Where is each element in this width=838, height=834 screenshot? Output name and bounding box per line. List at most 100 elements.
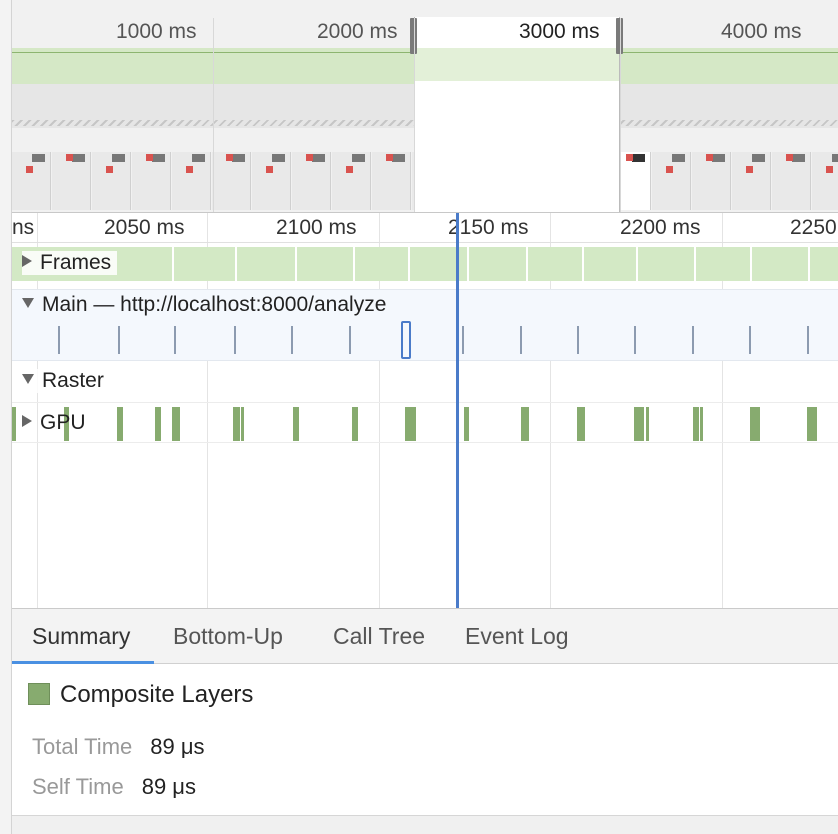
frame-marker bbox=[712, 154, 725, 162]
main-task-tick[interactable] bbox=[692, 326, 694, 354]
frame-marker bbox=[632, 154, 645, 162]
raster-track-label: Raster bbox=[42, 369, 104, 392]
time-cursor[interactable] bbox=[456, 213, 459, 608]
selected-event-outline[interactable] bbox=[401, 321, 411, 359]
frame-marker bbox=[832, 154, 838, 162]
main-task-tick[interactable] bbox=[634, 326, 636, 354]
gpu-event-bar[interactable] bbox=[172, 407, 180, 441]
main-task-tick[interactable] bbox=[291, 326, 293, 354]
total-time-row: Total Time 89 μs bbox=[32, 734, 205, 760]
main-track-toggle[interactable]: Main — http://localhost:8000/analyze bbox=[22, 293, 392, 317]
tab-event-log[interactable]: Event Log bbox=[465, 609, 569, 664]
gpu-event-bar[interactable] bbox=[750, 407, 760, 441]
gpu-event-bar[interactable] bbox=[700, 407, 703, 441]
gpu-track-toggle[interactable]: GPU bbox=[22, 411, 92, 435]
frame-marker bbox=[346, 166, 353, 173]
flame-ruler: ns 2050 ms 2100 ms 2150 ms 2200 ms 2250 bbox=[12, 213, 838, 243]
gpu-event-bar[interactable] bbox=[693, 407, 699, 441]
main-task-tick[interactable] bbox=[577, 326, 579, 354]
flame-chart[interactable]: ns 2050 ms 2100 ms 2150 ms 2200 ms 2250 … bbox=[12, 213, 838, 608]
gpu-event-bar[interactable] bbox=[634, 407, 644, 441]
frame-marker bbox=[306, 154, 313, 161]
frame-marker bbox=[672, 154, 685, 162]
event-name: Composite Layers bbox=[60, 681, 254, 708]
left-gutter bbox=[0, 0, 12, 834]
frame-marker bbox=[312, 154, 325, 162]
tab-call-tree[interactable]: Call Tree bbox=[333, 609, 425, 664]
gpu-event-bar[interactable] bbox=[155, 407, 161, 441]
gpu-event-bar[interactable] bbox=[12, 407, 16, 441]
flame-ruler-label: 2050 ms bbox=[104, 216, 185, 239]
frame-separator bbox=[172, 247, 174, 281]
frame-marker bbox=[186, 166, 193, 173]
main-task-tick[interactable] bbox=[234, 326, 236, 354]
main-task-tick[interactable] bbox=[174, 326, 176, 354]
self-time-label: Self Time bbox=[32, 774, 124, 799]
tab-bottom-up[interactable]: Bottom-Up bbox=[173, 609, 283, 664]
frame-marker bbox=[66, 154, 73, 161]
frame-separator bbox=[408, 247, 410, 281]
gpu-event-bar[interactable] bbox=[646, 407, 649, 441]
active-tab-indicator bbox=[12, 661, 154, 664]
main-task-tick[interactable] bbox=[749, 326, 751, 354]
frame-marker bbox=[266, 166, 273, 173]
timeline-overview[interactable]: 1000 ms 2000 ms 3000 ms 4000 ms bbox=[12, 0, 838, 213]
frame-marker bbox=[786, 154, 793, 161]
gpu-track[interactable] bbox=[12, 403, 838, 443]
total-time-value: 89 μs bbox=[150, 734, 205, 759]
performance-panel: 1000 ms 2000 ms 3000 ms 4000 ms ns 2050 … bbox=[0, 0, 838, 834]
gpu-event-bar[interactable] bbox=[233, 407, 240, 441]
frame-marker bbox=[752, 154, 765, 162]
selection-fps-band bbox=[415, 48, 619, 81]
gpu-event-bar[interactable] bbox=[405, 407, 416, 441]
gpu-event-bar[interactable] bbox=[241, 407, 244, 441]
gpu-track-label: GPU bbox=[40, 411, 86, 434]
flame-ruler-label: ns bbox=[12, 216, 35, 239]
frame-separator bbox=[353, 247, 355, 281]
frame-marker bbox=[386, 154, 393, 161]
frame-marker bbox=[706, 154, 713, 161]
flame-ruler-label: 2150 ms bbox=[448, 216, 529, 239]
tab-summary[interactable]: Summary bbox=[32, 609, 130, 664]
frame-marker bbox=[72, 154, 85, 162]
main-task-tick[interactable] bbox=[349, 326, 351, 354]
gpu-event-bar[interactable] bbox=[807, 407, 817, 441]
frames-track[interactable] bbox=[12, 247, 838, 281]
main-task-tick[interactable] bbox=[807, 326, 809, 354]
expand-arrow-icon bbox=[22, 415, 32, 427]
gpu-event-bar[interactable] bbox=[293, 407, 299, 441]
overview-ruler-label: 1000 ms bbox=[116, 20, 197, 43]
overview-ruler: 1000 ms 2000 ms 3000 ms 4000 ms bbox=[12, 0, 838, 48]
details-panel: Summary Bottom-Up Call Tree Event Log Co… bbox=[12, 608, 838, 834]
frame-marker bbox=[626, 154, 633, 161]
main-task-tick[interactable] bbox=[118, 326, 120, 354]
frame-marker bbox=[666, 166, 673, 173]
self-time-value: 89 μs bbox=[141, 774, 196, 799]
frame-separator bbox=[526, 247, 528, 281]
frame-marker bbox=[26, 166, 33, 173]
frame-marker bbox=[352, 154, 365, 162]
frame-marker bbox=[232, 154, 245, 162]
raster-track[interactable] bbox=[12, 365, 838, 403]
raster-track-toggle[interactable]: Raster bbox=[22, 369, 110, 393]
gpu-event-bar[interactable] bbox=[464, 407, 469, 441]
flame-ruler-label: 2100 ms bbox=[276, 216, 357, 239]
main-task-tick[interactable] bbox=[462, 326, 464, 354]
gpu-event-bar[interactable] bbox=[577, 407, 585, 441]
gpu-event-bar[interactable] bbox=[521, 407, 529, 441]
frames-track-toggle[interactable]: Frames bbox=[22, 251, 118, 275]
gpu-event-bar[interactable] bbox=[352, 407, 358, 441]
frame-separator bbox=[235, 247, 237, 281]
self-time-row: Self Time 89 μs bbox=[32, 774, 196, 800]
frame-separator bbox=[636, 247, 638, 281]
frame-marker bbox=[746, 166, 753, 173]
collapse-arrow-icon bbox=[22, 374, 34, 384]
frame-separator bbox=[694, 247, 696, 281]
frame-marker bbox=[146, 154, 153, 161]
frames-track-label: Frames bbox=[40, 251, 112, 274]
overview-ruler-label: 3000 ms bbox=[519, 20, 600, 43]
main-task-tick[interactable] bbox=[58, 326, 60, 354]
frame-marker bbox=[272, 154, 285, 162]
gpu-event-bar[interactable] bbox=[117, 407, 123, 441]
main-task-tick[interactable] bbox=[520, 326, 522, 354]
